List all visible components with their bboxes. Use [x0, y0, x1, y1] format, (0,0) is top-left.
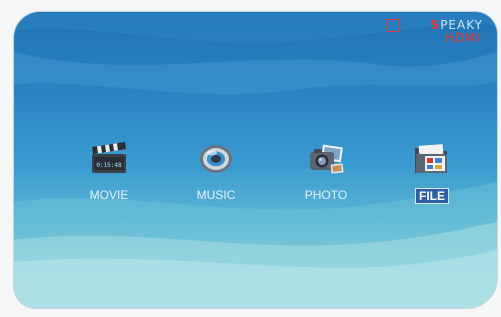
- menu-item-movie[interactable]: 0:15:48 MOVIE: [69, 140, 149, 218]
- brand-logo-box: [387, 19, 399, 32]
- menu-item-label: PHOTO: [304, 188, 348, 202]
- speaker-disc-icon: [200, 145, 232, 173]
- menu-item-photo[interactable]: PHOTO: [286, 140, 366, 218]
- folder-files-icon: [415, 144, 447, 173]
- menu-item-file[interactable]: FILE: [391, 140, 471, 218]
- menu-item-label: FILE: [415, 188, 449, 204]
- main-menu: 0:15:48 MOVIE MUSIC PHOTO FILE: [14, 140, 497, 220]
- brand-logo: SPEAKY HDMI: [383, 18, 483, 54]
- camera-photos-icon: [310, 144, 344, 174]
- clapperboard-icon: 0:15:48: [92, 142, 126, 173]
- display-bezel: SPEAKY HDMI 0:15:48 MOVIE MUSIC PHOTO FI…: [0, 0, 501, 317]
- menu-item-label: MOVIE: [89, 188, 129, 202]
- media-player-screen: SPEAKY HDMI 0:15:48 MOVIE MUSIC PHOTO FI…: [14, 12, 497, 308]
- menu-item-label: MUSIC: [196, 188, 236, 202]
- menu-item-music[interactable]: MUSIC: [176, 140, 256, 218]
- brand-subtitle: HDMI: [444, 31, 481, 45]
- svg-text:0:15:48: 0:15:48: [96, 162, 122, 169]
